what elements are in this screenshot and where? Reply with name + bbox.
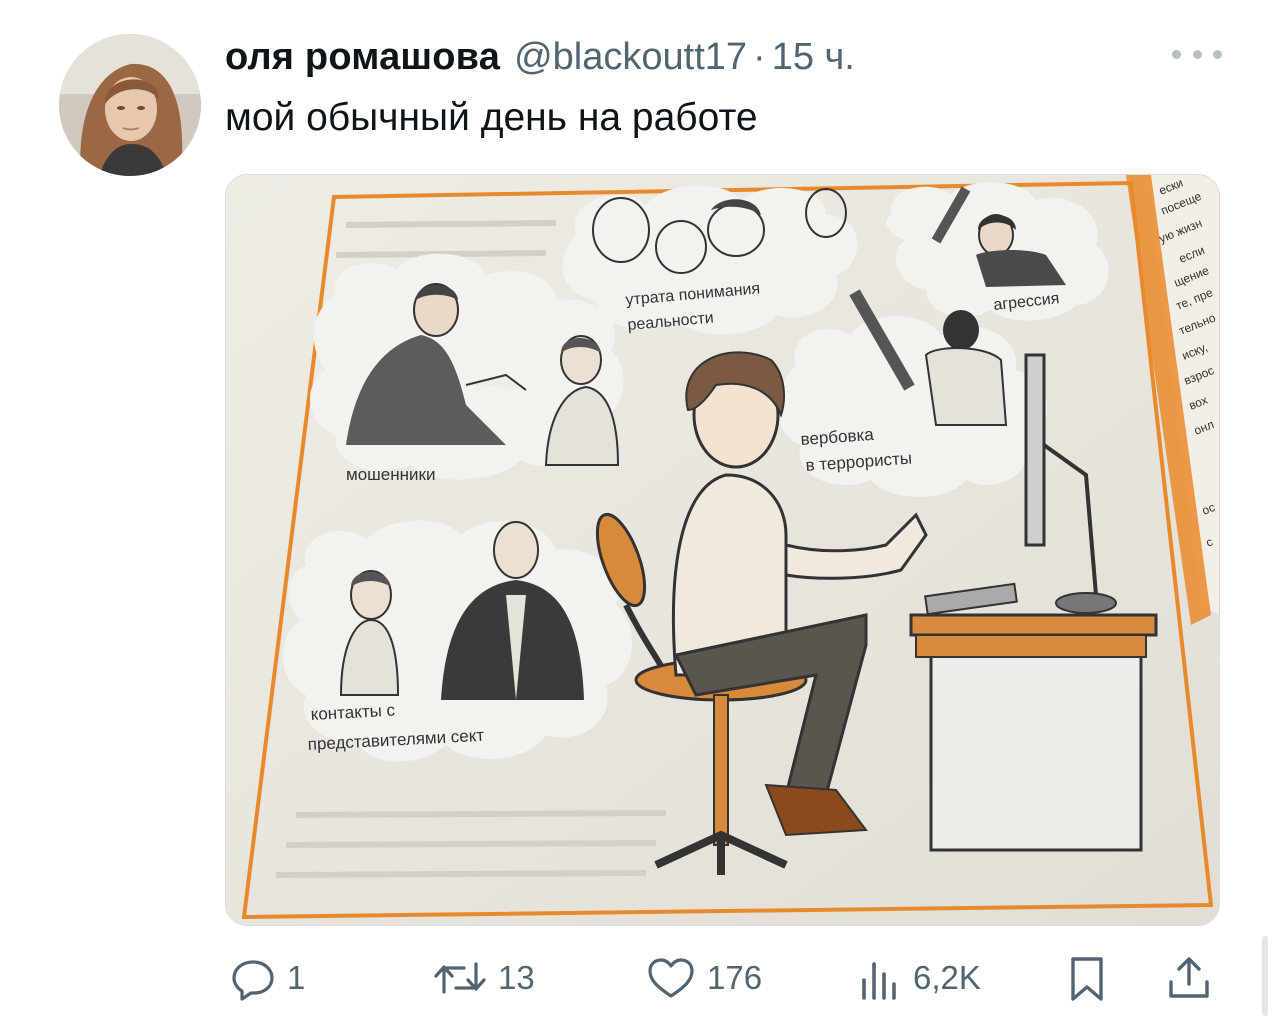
like-button[interactable]: 176 xyxy=(645,948,762,1008)
bookmark-button[interactable] xyxy=(1063,948,1111,1008)
retweet-button[interactable]: 13 xyxy=(432,948,535,1008)
reply-count: 1 xyxy=(287,959,306,996)
scrollbar[interactable] xyxy=(1262,936,1268,1016)
tweet-actions: 1 13 176 6,2K xyxy=(225,948,1220,1008)
tweet-text: мой обычный день на работе xyxy=(225,96,758,139)
bubble-reality: утрата понимания реальности xyxy=(562,185,858,335)
tweet-image[interactable]: ески посеще ую жизн если щение те, пре т… xyxy=(225,174,1220,926)
like-count: 176 xyxy=(707,959,763,996)
like-icon xyxy=(645,954,697,1002)
reply-icon xyxy=(229,954,277,1002)
tweet-header: оля ромашова @blackoutt17 · 15 ч. xyxy=(225,36,855,80)
bookmark-icon xyxy=(1063,954,1111,1002)
more-icon[interactable] xyxy=(1172,42,1222,66)
author-handle[interactable]: @blackoutt17 xyxy=(514,36,747,79)
avatar-photo xyxy=(59,34,201,176)
retweet-icon xyxy=(432,954,488,1002)
author-display-name[interactable]: оля ромашова xyxy=(225,36,500,79)
views-count: 6,2K xyxy=(913,959,981,996)
reply-button[interactable]: 1 xyxy=(229,948,305,1008)
tweet-timestamp[interactable]: 15 ч. xyxy=(772,36,855,79)
bubble-sects: контакты с представителями сект xyxy=(282,520,633,762)
share-button[interactable] xyxy=(1165,948,1213,1008)
avatar[interactable] xyxy=(59,34,201,176)
separator-dot: · xyxy=(753,36,766,78)
textbook-illustration: ески посеще ую жизн если щение те, пре т… xyxy=(226,175,1219,925)
retweet-count: 13 xyxy=(498,959,535,996)
share-icon xyxy=(1165,954,1213,1002)
bubble-fraud-label: мошенники xyxy=(346,465,435,484)
views-icon xyxy=(855,954,903,1002)
views-button[interactable]: 6,2K xyxy=(855,948,981,1008)
